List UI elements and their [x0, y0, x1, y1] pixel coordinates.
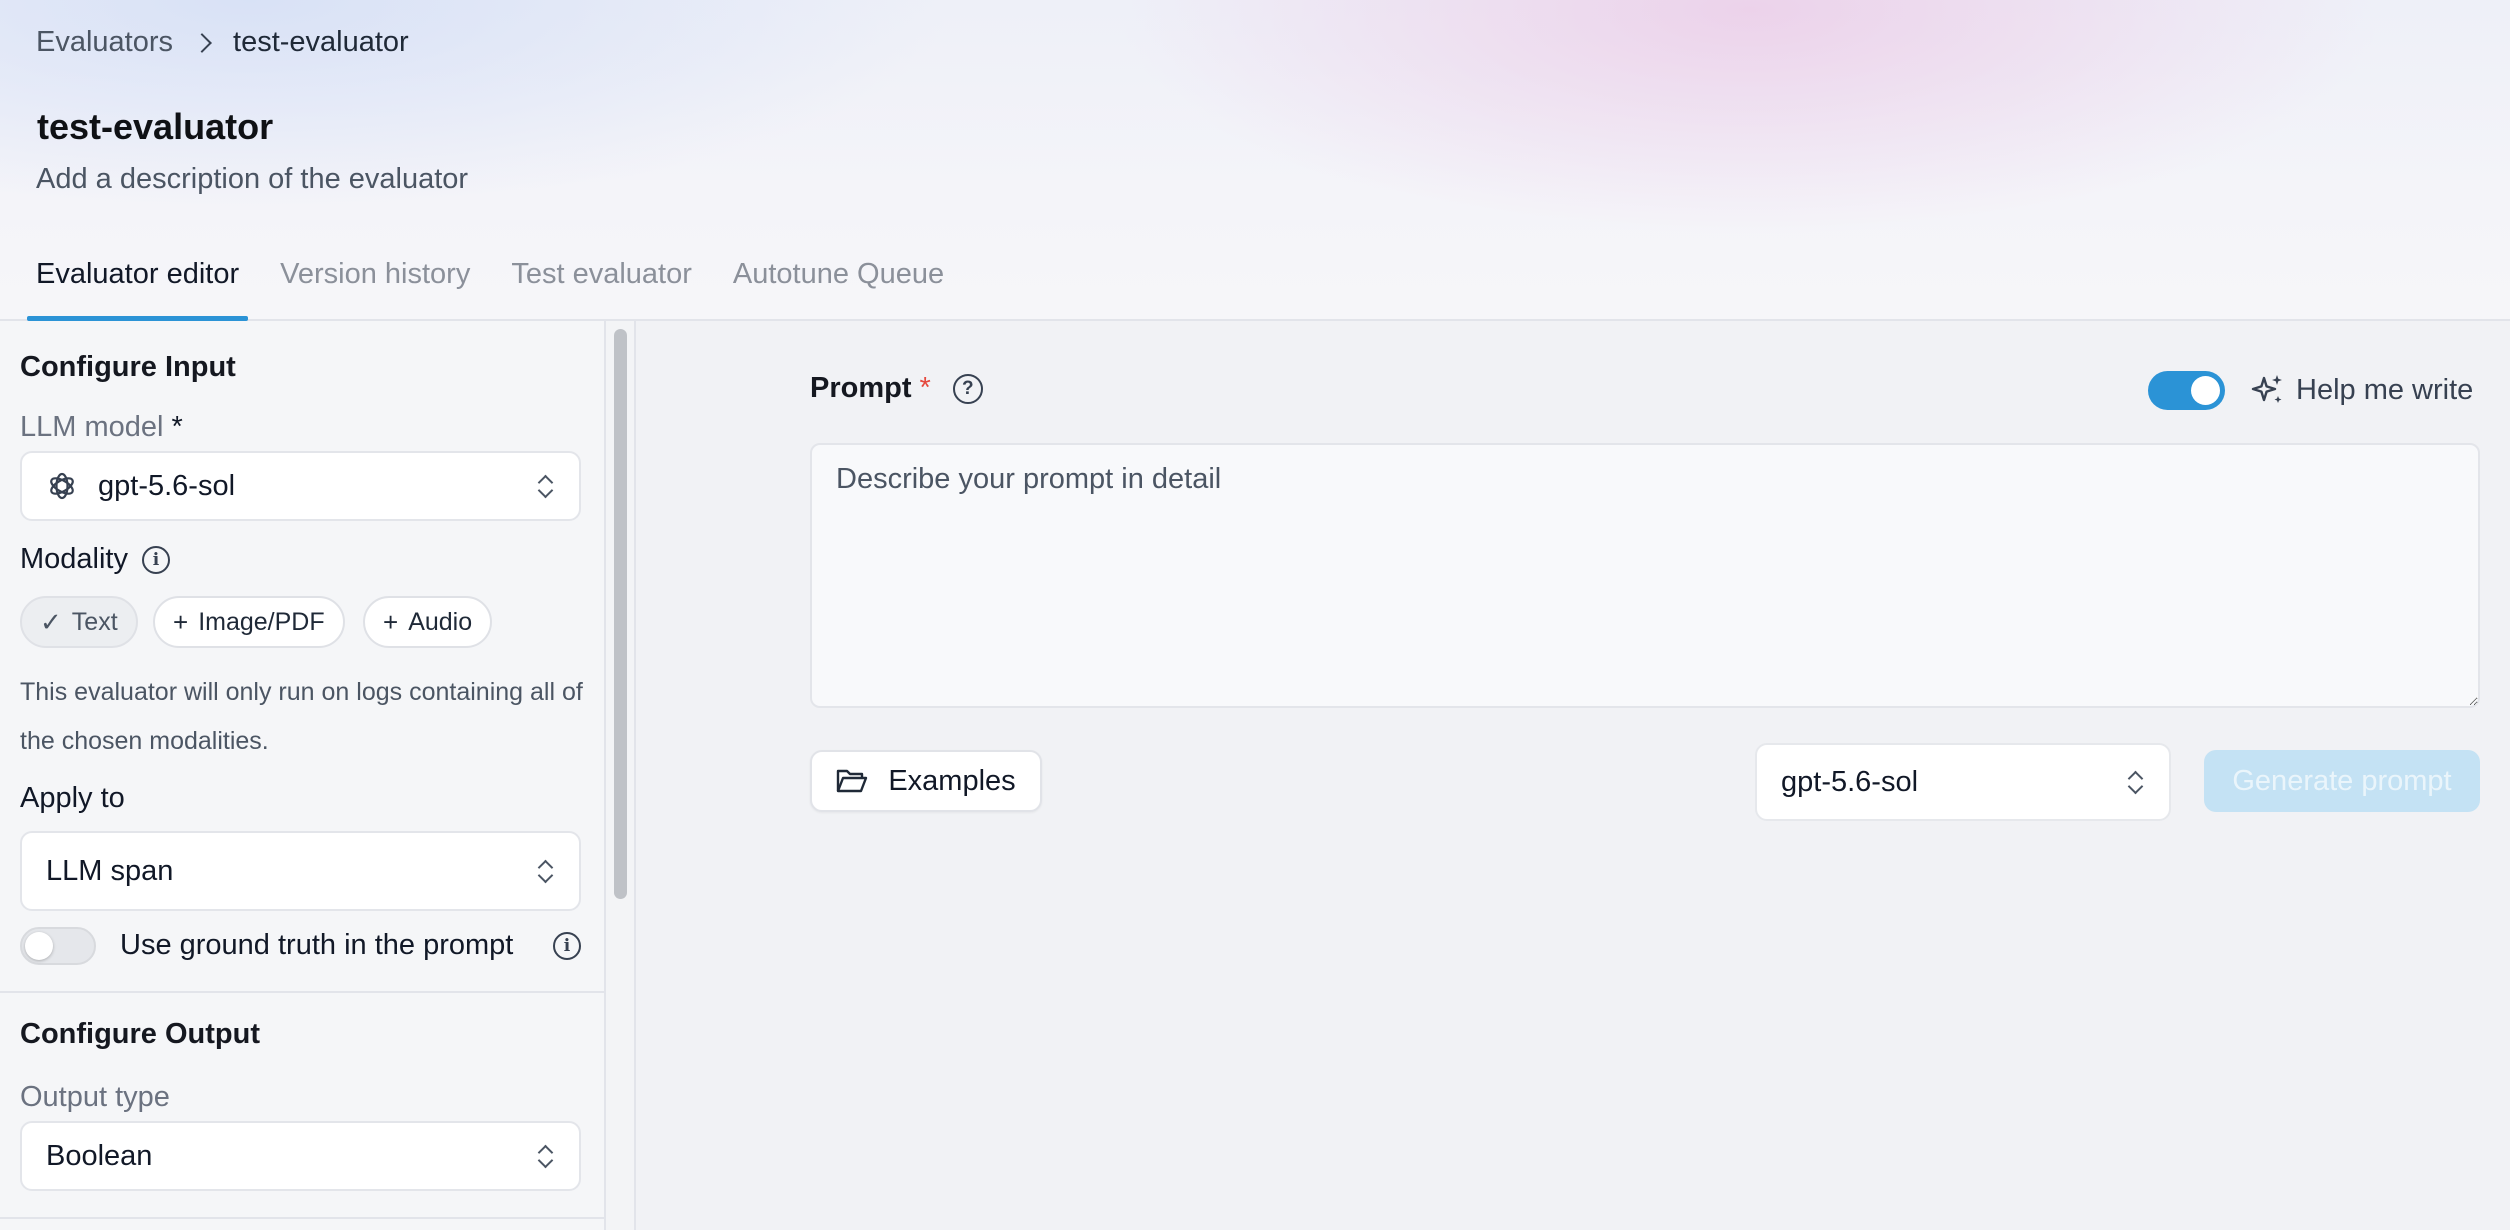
prompt-model-select[interactable]: gpt-5.6-sol — [1755, 743, 2171, 821]
help-me-write-label: Help me write — [2296, 373, 2474, 406]
modality-help-text: This evaluator will only run on logs con… — [20, 678, 583, 755]
output-type-select[interactable]: Boolean — [20, 1121, 581, 1191]
help-circle-icon[interactable]: ? — [952, 373, 983, 404]
chevron-up-down-icon — [535, 471, 555, 501]
ground-truth-toggle[interactable] — [20, 927, 96, 965]
help-me-write-button[interactable]: Help me write — [2250, 372, 2473, 408]
toggle-knob — [2191, 376, 2220, 405]
section-divider — [0, 1217, 604, 1219]
sparkles-icon — [2251, 375, 2282, 403]
modality-chip-label: Audio — [408, 607, 473, 636]
ground-truth-label: Use ground truth in the prompt — [120, 929, 514, 961]
prompt-label-text: Prompt — [810, 372, 912, 404]
configure-output-title: Configure Output — [20, 1018, 261, 1050]
chevron-up-down-icon — [535, 1141, 555, 1171]
tab-version-history[interactable]: Version history — [280, 250, 470, 321]
breadcrumb-evaluators-link[interactable]: Evaluators — [36, 26, 173, 59]
tab-autotune-queue[interactable]: Autotune Queue — [733, 250, 944, 321]
examples-button[interactable]: Examples — [810, 750, 1042, 812]
modality-chip-label: Text — [71, 607, 118, 636]
required-mark: * — [919, 372, 931, 404]
toggle-knob — [25, 932, 53, 960]
generate-prompt-button[interactable]: Generate prompt — [2204, 750, 2480, 812]
llm-model-label: LLM model * — [20, 411, 183, 444]
modality-chip-audio[interactable]: + Audio — [363, 596, 493, 648]
configure-input-title: Configure Input — [20, 351, 236, 383]
output-type-label: Output type — [20, 1081, 170, 1113]
configure-panel: Configure Input LLM model * gpt-5.6-sol … — [0, 321, 606, 1230]
output-type-value: Boolean — [46, 1139, 153, 1172]
prompt-label: Prompt * ? — [810, 372, 983, 405]
modality-chip-text[interactable]: ✓ Text — [20, 596, 138, 648]
llm-model-value: gpt-5.6-sol — [98, 469, 236, 502]
llm-model-select[interactable]: gpt-5.6-sol — [20, 451, 581, 521]
modality-label: Modality i — [20, 543, 170, 576]
modality-chip-image-pdf[interactable]: + Image/PDF — [153, 596, 345, 648]
info-icon[interactable]: i — [142, 545, 170, 574]
chevron-up-down-icon — [2125, 767, 2145, 797]
examples-label: Examples — [888, 764, 1016, 797]
modality-chip-label: Image/PDF — [198, 607, 325, 636]
llm-model-label-text: LLM model — [20, 411, 164, 443]
plus-icon: + — [383, 606, 399, 637]
scrollbar-thumb[interactable] — [614, 329, 627, 899]
section-divider — [0, 991, 604, 993]
folder-open-icon — [837, 769, 868, 793]
left-panel-scrollbar[interactable] — [606, 321, 636, 1230]
apply-to-label: Apply to — [20, 782, 125, 814]
check-icon: ✓ — [40, 606, 62, 637]
page-title[interactable]: test-evaluator — [37, 106, 273, 148]
plus-icon: + — [173, 606, 189, 637]
page-description[interactable]: Add a description of the evaluator — [36, 163, 468, 196]
tab-bar: Evaluator editor Version history Test ev… — [0, 250, 985, 321]
chevron-up-down-icon — [535, 856, 555, 886]
prompt-model-value: gpt-5.6-sol — [1781, 765, 1919, 798]
required-mark: * — [171, 411, 183, 443]
prompt-textarea[interactable] — [810, 443, 2480, 708]
apply-to-value: LLM span — [46, 854, 174, 887]
modality-label-text: Modality — [20, 543, 128, 575]
help-me-write-toggle[interactable] — [2148, 371, 2225, 410]
page-header: Evaluators test-evaluator test-evaluator… — [0, 0, 2510, 321]
breadcrumb-current: test-evaluator — [233, 26, 409, 58]
breadcrumb: Evaluators test-evaluator — [36, 26, 409, 59]
info-icon[interactable]: i — [553, 932, 581, 960]
tab-evaluator-editor[interactable]: Evaluator editor — [26, 250, 249, 321]
openai-icon — [46, 470, 78, 502]
tab-test-evaluator[interactable]: Test evaluator — [511, 250, 692, 321]
apply-to-select[interactable]: LLM span — [20, 831, 581, 911]
chevron-right-icon — [192, 32, 212, 53]
